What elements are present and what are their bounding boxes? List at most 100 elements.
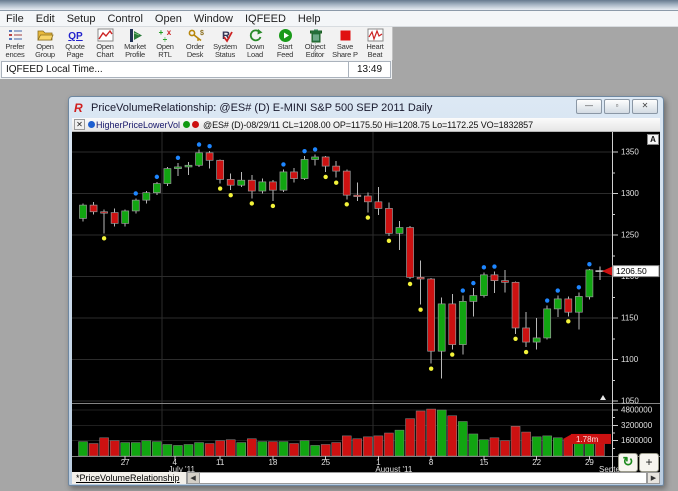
candle-body[interactable] bbox=[121, 210, 130, 224]
volume-bar[interactable] bbox=[310, 445, 320, 457]
volume-bar[interactable] bbox=[289, 443, 299, 457]
candle-body[interactable] bbox=[163, 168, 172, 184]
close-button[interactable]: ✕ bbox=[632, 99, 658, 114]
candle-body[interactable] bbox=[184, 164, 193, 168]
candle-body[interactable] bbox=[522, 327, 530, 343]
candle-body[interactable] bbox=[406, 227, 414, 278]
volume-bar[interactable] bbox=[257, 441, 268, 457]
menu-control[interactable]: Control bbox=[101, 13, 148, 25]
candle-body[interactable] bbox=[258, 181, 267, 192]
volume-bar[interactable] bbox=[236, 442, 246, 457]
candle-body[interactable] bbox=[448, 303, 457, 345]
volume-bar[interactable] bbox=[99, 437, 109, 457]
menu-file[interactable]: File bbox=[0, 13, 30, 25]
candlestick-chart[interactable]: 1050110011501200125013001350160000032000… bbox=[72, 132, 660, 474]
down-load-button[interactable]: Down Load bbox=[240, 27, 270, 61]
volume-bar[interactable] bbox=[542, 435, 552, 457]
candle-body[interactable] bbox=[152, 183, 161, 194]
candle-body[interactable] bbox=[553, 298, 562, 310]
tab-scroll-left-button[interactable]: ◀ bbox=[186, 472, 200, 484]
volume-bar[interactable] bbox=[131, 442, 141, 457]
window-title-bar[interactable]: R PriceVolumeRelationship: @ES# (D) E-MI… bbox=[72, 99, 660, 117]
candle-body[interactable] bbox=[269, 181, 277, 191]
market-profile-button[interactable]: Market Profile bbox=[120, 27, 150, 61]
volume-bar[interactable] bbox=[489, 437, 500, 457]
volume-bar[interactable] bbox=[183, 444, 194, 457]
menu-setup[interactable]: Setup bbox=[61, 13, 102, 25]
volume-bar[interactable] bbox=[384, 432, 394, 457]
candle-body[interactable] bbox=[226, 179, 235, 186]
menu-iqfeed[interactable]: IQFEED bbox=[239, 13, 292, 25]
indicator-name[interactable]: HigherPriceLowerVol bbox=[96, 120, 180, 130]
volume-bar[interactable] bbox=[373, 435, 384, 457]
candle-body[interactable] bbox=[195, 152, 203, 166]
candle-body[interactable] bbox=[395, 227, 404, 234]
candle-body[interactable] bbox=[501, 280, 509, 283]
volume-bar[interactable] bbox=[447, 415, 457, 457]
candle-body[interactable] bbox=[311, 156, 319, 160]
system-status-button[interactable]: R System Status bbox=[210, 27, 240, 61]
refresh-button[interactable]: ↻ bbox=[618, 453, 638, 472]
volume-bar[interactable] bbox=[225, 439, 236, 457]
volume-bar[interactable] bbox=[352, 438, 363, 457]
volume-bar[interactable] bbox=[468, 433, 479, 457]
volume-bar[interactable] bbox=[521, 431, 531, 457]
candle-body[interactable] bbox=[79, 204, 87, 219]
candle-body[interactable] bbox=[469, 295, 478, 302]
volume-bar[interactable] bbox=[331, 442, 341, 457]
volume-bar[interactable] bbox=[394, 429, 405, 457]
candle-body[interactable] bbox=[100, 211, 108, 214]
candle-body[interactable] bbox=[458, 301, 467, 345]
horizontal-scrollbar[interactable] bbox=[199, 472, 647, 484]
candle-body[interactable] bbox=[290, 171, 298, 179]
tab-price-volume-relationship[interactable]: *PriceVolumeRelationship bbox=[72, 472, 187, 484]
volume-bar[interactable] bbox=[479, 439, 489, 457]
candle-body[interactable] bbox=[110, 212, 119, 224]
menu-edit[interactable]: Edit bbox=[30, 13, 61, 25]
volume-bar[interactable] bbox=[363, 436, 373, 457]
chart-plot-area[interactable]: 1050110011501200125013001350160000032000… bbox=[72, 132, 660, 474]
volume-bar[interactable] bbox=[595, 443, 605, 457]
menu-help[interactable]: Help bbox=[292, 13, 327, 25]
candle-body[interactable] bbox=[216, 159, 224, 180]
candle-body[interactable] bbox=[385, 208, 393, 234]
volume-bar[interactable] bbox=[436, 409, 447, 457]
candle-body[interactable] bbox=[585, 269, 594, 298]
candle-body[interactable] bbox=[237, 179, 246, 186]
volume-bar[interactable] bbox=[247, 438, 257, 457]
volume-bar[interactable] bbox=[162, 444, 173, 457]
volume-bar[interactable] bbox=[268, 441, 278, 457]
volume-bar[interactable] bbox=[120, 442, 130, 457]
candle-body[interactable] bbox=[142, 192, 151, 201]
volume-bar[interactable] bbox=[510, 426, 521, 457]
candle-body[interactable] bbox=[247, 179, 256, 192]
minimize-button[interactable]: — bbox=[576, 99, 602, 114]
axis-auto-scale-button[interactable]: A bbox=[647, 134, 659, 145]
volume-bar[interactable] bbox=[109, 440, 120, 457]
candle-body[interactable] bbox=[480, 274, 488, 296]
candle-body[interactable] bbox=[174, 166, 182, 169]
volume-bar[interactable] bbox=[215, 440, 225, 457]
preferences-button[interactable]: Prefer ences bbox=[0, 27, 30, 61]
candle-body[interactable] bbox=[437, 303, 446, 352]
indicator-close-button[interactable]: ✕ bbox=[74, 119, 85, 130]
volume-bar[interactable] bbox=[78, 441, 88, 457]
candle-body[interactable] bbox=[575, 296, 583, 313]
volume-bar[interactable] bbox=[299, 440, 310, 457]
volume-bar[interactable] bbox=[500, 440, 510, 457]
volume-bar[interactable] bbox=[173, 445, 183, 457]
candle-body[interactable] bbox=[564, 298, 573, 313]
candle-body[interactable] bbox=[490, 274, 499, 281]
volume-bar[interactable] bbox=[553, 437, 563, 457]
maximize-button[interactable]: ▫ bbox=[604, 99, 630, 114]
candle-body[interactable] bbox=[532, 337, 541, 343]
volume-bar[interactable] bbox=[415, 410, 426, 457]
volume-bar[interactable] bbox=[426, 408, 436, 457]
candle-body[interactable] bbox=[205, 152, 214, 161]
volume-bar[interactable] bbox=[531, 436, 542, 457]
menu-window[interactable]: Window bbox=[188, 13, 239, 25]
volume-bar[interactable] bbox=[320, 444, 331, 457]
order-desk-button[interactable]: $ Order Desk bbox=[180, 27, 210, 61]
open-group-button[interactable]: Open Group bbox=[30, 27, 60, 61]
candle-body[interactable] bbox=[342, 170, 351, 196]
